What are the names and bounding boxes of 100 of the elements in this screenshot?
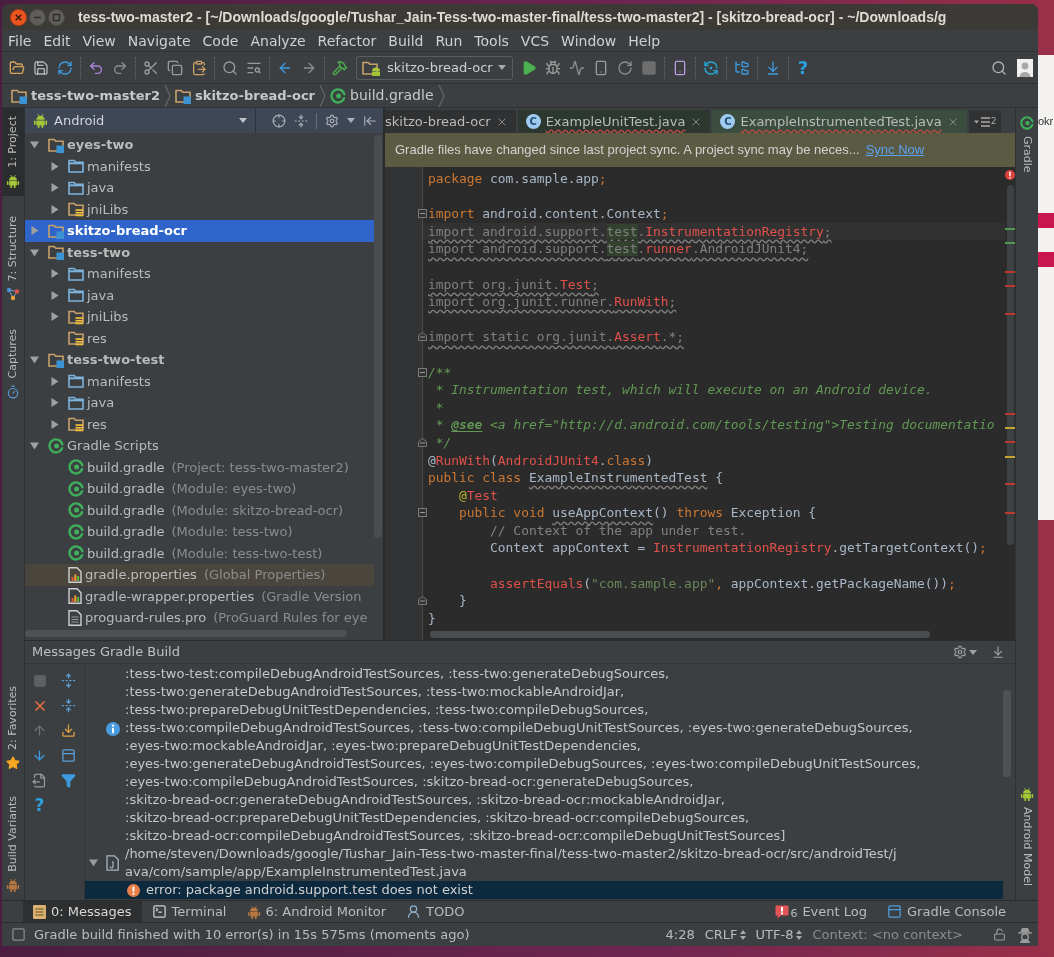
message-item[interactable]: /home/steven/Downloads/google/Tushar_Jain-Tess-two-master-final/tess-two-master2/skitzo-bread-ocr/src/androidTest/j ava/com/sample/app/ExampleInstrumentedTest.java — [85, 845, 1003, 881]
menu-item[interactable]: Run — [429, 30, 469, 51]
editor-tab[interactable]: C ExampleUnitTest.java — [517, 110, 711, 133]
caret-down-icon[interactable] — [30, 247, 39, 257]
redo-icon[interactable] — [112, 59, 128, 76]
caret-right-icon[interactable] — [50, 376, 59, 386]
caret-down-icon[interactable] — [497, 65, 506, 70]
caret-right-icon[interactable] — [30, 226, 39, 236]
breadcrumb[interactable]: tess-two-master2 — [11, 85, 160, 106]
tree-item[interactable]: build.gradle (Module: tess-two) — [25, 521, 374, 543]
pulse-icon[interactable] — [568, 59, 585, 76]
caret-right-icon[interactable] — [50, 204, 59, 214]
scissors-icon[interactable] — [143, 59, 159, 76]
collapse-icon[interactable] — [61, 698, 76, 713]
scrollbar-thumb[interactable] — [1007, 185, 1014, 545]
menu-item[interactable]: Help — [622, 30, 667, 51]
tool-tab[interactable]: 0: Messages — [23, 901, 142, 922]
help-button[interactable]: ? — [791, 58, 815, 77]
tree-item[interactable]: java — [25, 392, 374, 414]
crosshair-icon[interactable] — [272, 113, 286, 128]
unlock-icon[interactable] — [993, 928, 1006, 941]
updown-caret-icon[interactable] — [739, 929, 746, 940]
collapse-icon[interactable] — [294, 113, 308, 128]
file-arrow-icon[interactable] — [32, 773, 47, 788]
caret-position[interactable]: 4:28 — [665, 924, 695, 945]
tree-item[interactable]: manifests — [25, 263, 374, 285]
caret-down-icon[interactable] — [30, 355, 39, 365]
menu-item[interactable]: View — [76, 30, 122, 51]
user-avatar-icon[interactable] — [1017, 58, 1033, 77]
person-hat-icon[interactable] — [1018, 926, 1032, 943]
caret-right-icon[interactable] — [50, 419, 59, 429]
hammer-icon[interactable] — [332, 59, 348, 76]
tree-item[interactable]: build.gradle (Module: eyes-two) — [25, 478, 374, 500]
menu-item[interactable]: Build — [382, 30, 430, 51]
updown-caret-icon[interactable] — [796, 929, 803, 940]
tool-window-button[interactable]: Build Variants — [2, 788, 24, 900]
rotate-icon[interactable] — [616, 59, 633, 76]
sync-icon[interactable] — [702, 59, 719, 76]
tool-tab[interactable]: Terminal — [141, 901, 237, 922]
minus-square-icon[interactable] — [418, 508, 427, 518]
editor-tab[interactable]: C ExampleInstrumentedTest.java — [712, 110, 967, 133]
tree-item[interactable]: res — [25, 413, 374, 435]
tree-item[interactable]: tess-two-test — [25, 349, 374, 371]
folder-tree-icon[interactable] — [733, 59, 750, 76]
pentagon-minus-icon[interactable] — [418, 332, 427, 342]
pentagon-minus-icon[interactable] — [418, 437, 427, 447]
minus-square-icon[interactable] — [418, 367, 427, 377]
menu-item[interactable]: Window — [555, 30, 623, 51]
caret-right-icon[interactable] — [50, 269, 59, 279]
menu-item[interactable]: VCS — [514, 30, 556, 51]
caret-right-icon[interactable] — [50, 183, 59, 193]
tool-window-button[interactable]: Captures — [2, 321, 24, 407]
caret-down-icon[interactable] — [239, 118, 247, 123]
tree-item[interactable]: eyes-two — [25, 134, 374, 156]
terminal-icon[interactable] — [151, 904, 167, 919]
bug-icon[interactable] — [544, 59, 561, 76]
expand-icon[interactable] — [61, 673, 76, 688]
caret-right-icon[interactable] — [50, 290, 59, 300]
tree-item[interactable]: tess-two — [25, 241, 374, 263]
arrow-to-line-icon[interactable] — [363, 113, 377, 128]
tree-item[interactable]: proguard-rules.pro (ProGuard Rules for eye — [25, 607, 374, 629]
caret-down-icon[interactable] — [89, 858, 98, 867]
editor-tab[interactable]: skitzo-bread-ocr — [385, 110, 516, 133]
line-separator-selector[interactable]: CRLF — [704, 924, 746, 945]
tab-overflow-button[interactable]: 2 — [968, 110, 1002, 133]
help-button[interactable]: ? — [34, 797, 45, 814]
person-icon[interactable] — [406, 904, 422, 919]
tree-item[interactable]: manifests — [25, 155, 374, 177]
tree-item[interactable]: skitzo-bread-ocr — [25, 220, 374, 242]
caret-right-icon[interactable] — [50, 312, 59, 322]
search-icon[interactable] — [991, 59, 1007, 76]
settings-icon[interactable] — [325, 113, 339, 128]
tree-item[interactable]: jniLibs — [25, 306, 374, 328]
run-config-dropdown[interactable]: skitzo-bread-ocr — [356, 55, 513, 80]
tree-item[interactable]: java — [25, 177, 374, 199]
menu-item[interactable]: Tools — [468, 30, 515, 51]
caret-right-icon[interactable] — [50, 161, 59, 171]
menu-item[interactable]: File — [2, 30, 38, 51]
paste-icon[interactable] — [191, 59, 207, 76]
menu-item[interactable]: Code — [196, 30, 245, 51]
folder-icon[interactable] — [9, 59, 25, 76]
undo-icon[interactable] — [88, 59, 104, 76]
stop-icon[interactable] — [640, 59, 657, 76]
tree-item[interactable]: res — [25, 327, 374, 349]
download-icon[interactable] — [61, 723, 76, 738]
caret-down-icon[interactable] — [347, 118, 355, 123]
menu-item[interactable]: Analyze — [244, 30, 312, 51]
menu-item[interactable]: Navigate — [121, 30, 197, 51]
settings-icon[interactable] — [953, 645, 967, 659]
tool-tab[interactable]: TODO — [396, 901, 475, 922]
tree-item[interactable]: java — [25, 284, 374, 306]
encoding-selector[interactable]: UTF-8 — [755, 924, 803, 945]
arrow-down-icon[interactable] — [32, 748, 47, 763]
tool-window-button[interactable]: 2: Favorites — [2, 678, 24, 779]
scrollbar-thumb[interactable] — [430, 631, 930, 638]
window-icon[interactable] — [887, 904, 902, 919]
tree-item[interactable]: build.gradle (Project: tess-two-master2) — [25, 456, 374, 478]
menu-item[interactable]: Edit — [37, 30, 77, 51]
tree-item[interactable]: build.gradle (Module: tess-two-test) — [25, 542, 374, 564]
caret-down-icon[interactable] — [969, 649, 977, 655]
